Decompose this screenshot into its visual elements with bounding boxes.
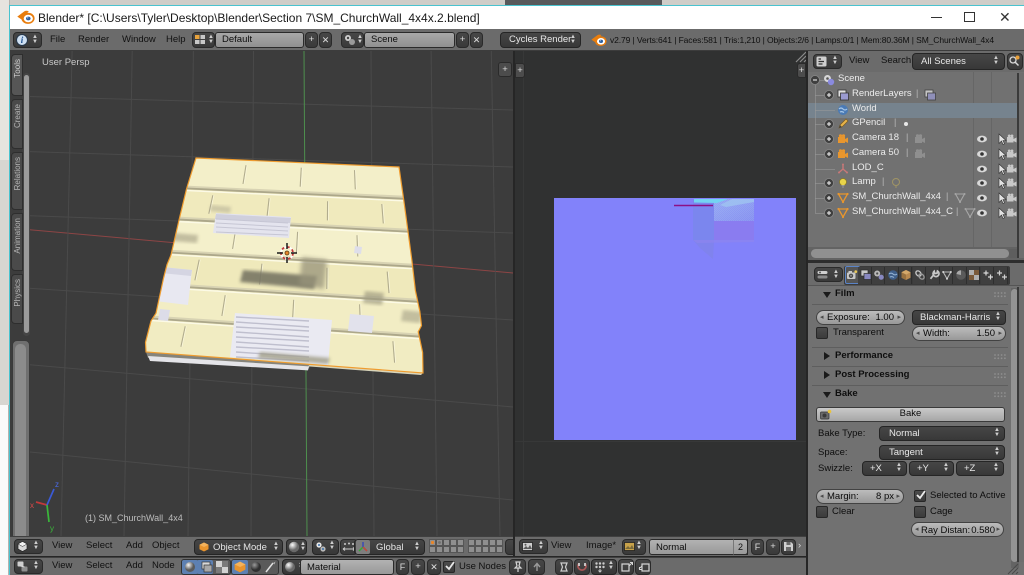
svg-text:z: z bbox=[55, 480, 59, 489]
svg-text:y: y bbox=[50, 524, 54, 533]
svg-text:x: x bbox=[30, 501, 34, 510]
